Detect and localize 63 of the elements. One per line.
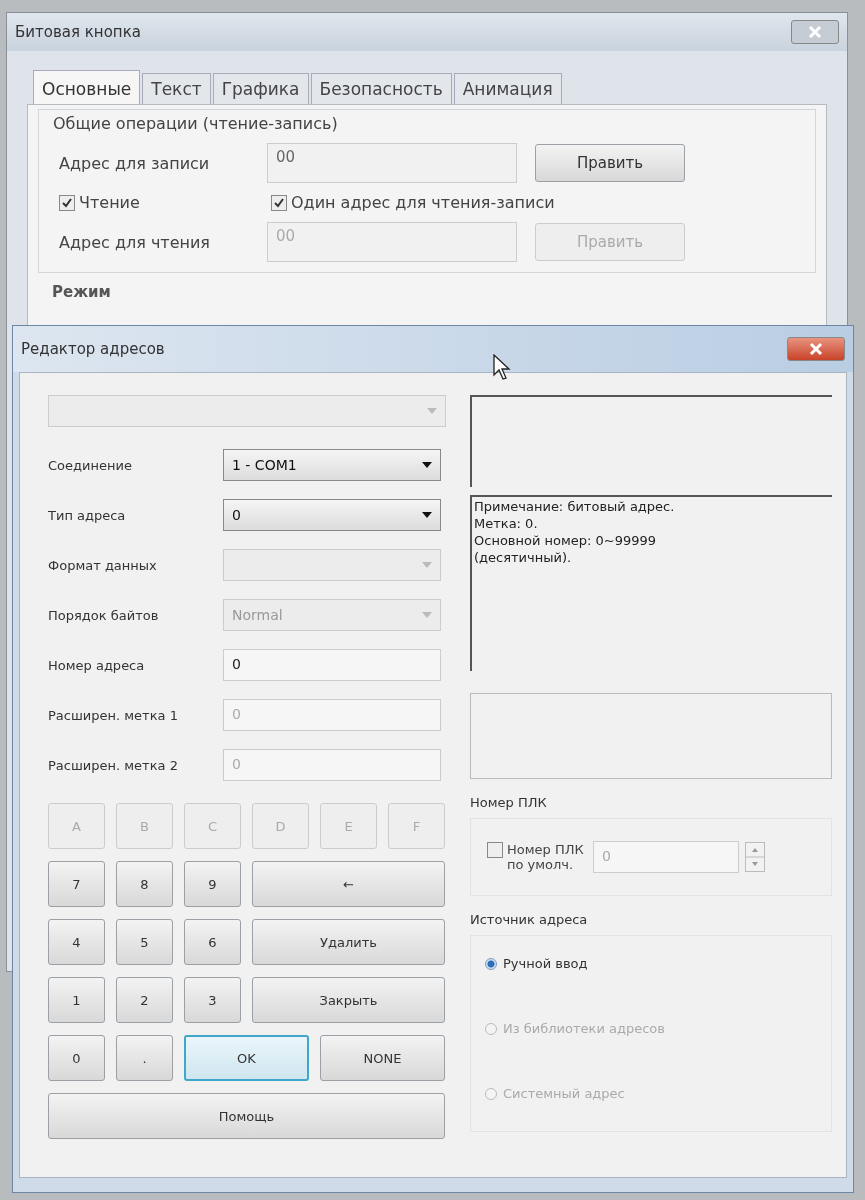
tab[interactable]: Безопасность	[310, 73, 452, 104]
keypad-button[interactable]: ←	[252, 861, 445, 907]
address-field[interactable]: 00	[267, 143, 517, 183]
keypad-button[interactable]: 6	[184, 919, 241, 965]
field-label: Номер адреса	[48, 657, 146, 673]
keypad-button[interactable]: Удалить	[252, 919, 445, 965]
keypad-button[interactable]: 9	[184, 861, 241, 907]
tab[interactable]: Графика	[212, 73, 309, 104]
tab[interactable]: Основные	[33, 70, 141, 104]
keypad-button[interactable]: NONE	[320, 1035, 445, 1081]
dropdown[interactable]: 1 - COM1	[223, 449, 441, 481]
note-text: Основной номер: 0~99999	[474, 532, 658, 550]
dialog-title: Редактор адресов	[21, 340, 165, 358]
tab[interactable]: Анимация	[453, 73, 562, 104]
field-label: Соединение	[48, 457, 133, 473]
keypad-button[interactable]: OK	[184, 1035, 309, 1081]
group-title: Режим	[52, 283, 111, 301]
close-button[interactable]	[787, 337, 845, 361]
check-icon	[273, 196, 285, 209]
edit-button[interactable]: Править	[535, 144, 685, 182]
radio-button[interactable]: Ручной ввод	[485, 956, 817, 971]
caret-icon	[422, 612, 432, 618]
field-label: Расширен. метка 2	[48, 757, 179, 773]
field-label: Тип адреса	[48, 507, 127, 523]
field-label: Адрес для записи	[59, 153, 211, 173]
group-title: Общие операции (чтение-запись)	[53, 114, 339, 133]
window-title: Битовая кнопка	[15, 23, 141, 41]
close-button[interactable]	[791, 20, 839, 44]
keypad-button[interactable]: 0	[48, 1035, 105, 1081]
caret-icon	[422, 462, 432, 468]
keypad-button[interactable]: 2	[116, 977, 173, 1023]
check-icon	[61, 196, 73, 209]
keypad-button[interactable]: 3	[184, 977, 241, 1023]
note-text: Метка: 0.	[474, 515, 539, 533]
checkbox[interactable]: Один адрес для чтения-записи	[271, 193, 555, 212]
caret-icon	[422, 512, 432, 518]
close-icon	[808, 25, 822, 39]
field-label: Порядок байтов	[48, 607, 160, 623]
keypad-button[interactable]: 8	[116, 861, 173, 907]
keypad-button[interactable]: 1	[48, 977, 105, 1023]
keypad-button[interactable]: Помощь	[48, 1093, 445, 1139]
keypad-button[interactable]: 5	[116, 919, 173, 965]
field-label: Формат данных	[48, 557, 158, 573]
input-field[interactable]: 0	[223, 649, 441, 681]
group-title: Источник адреса	[470, 912, 589, 927]
keypad-button[interactable]: 4	[48, 919, 105, 965]
caret-icon	[427, 408, 437, 414]
keypad-button[interactable]: Закрыть	[252, 977, 445, 1023]
close-icon	[809, 342, 823, 356]
cursor-icon	[493, 354, 511, 380]
keypad-button[interactable]: 7	[48, 861, 105, 907]
keypad-button[interactable]: .	[116, 1035, 173, 1081]
checkbox[interactable]: Номер ПЛК по умолч.	[487, 842, 587, 872]
dropdown[interactable]: 0	[223, 499, 441, 531]
tab[interactable]: Текст	[142, 73, 211, 104]
field-label: Адрес для чтения	[59, 232, 211, 252]
caret-icon	[422, 562, 432, 568]
group-title: Номер ПЛК	[470, 795, 548, 810]
spinner-icon[interactable]	[745, 842, 765, 872]
field-label: Расширен. метка 1	[48, 707, 179, 723]
checkbox[interactable]: Чтение	[59, 193, 271, 212]
note-text: (десятичный).	[474, 549, 573, 567]
note-text: Примечание: битовый адрес.	[474, 499, 676, 516]
